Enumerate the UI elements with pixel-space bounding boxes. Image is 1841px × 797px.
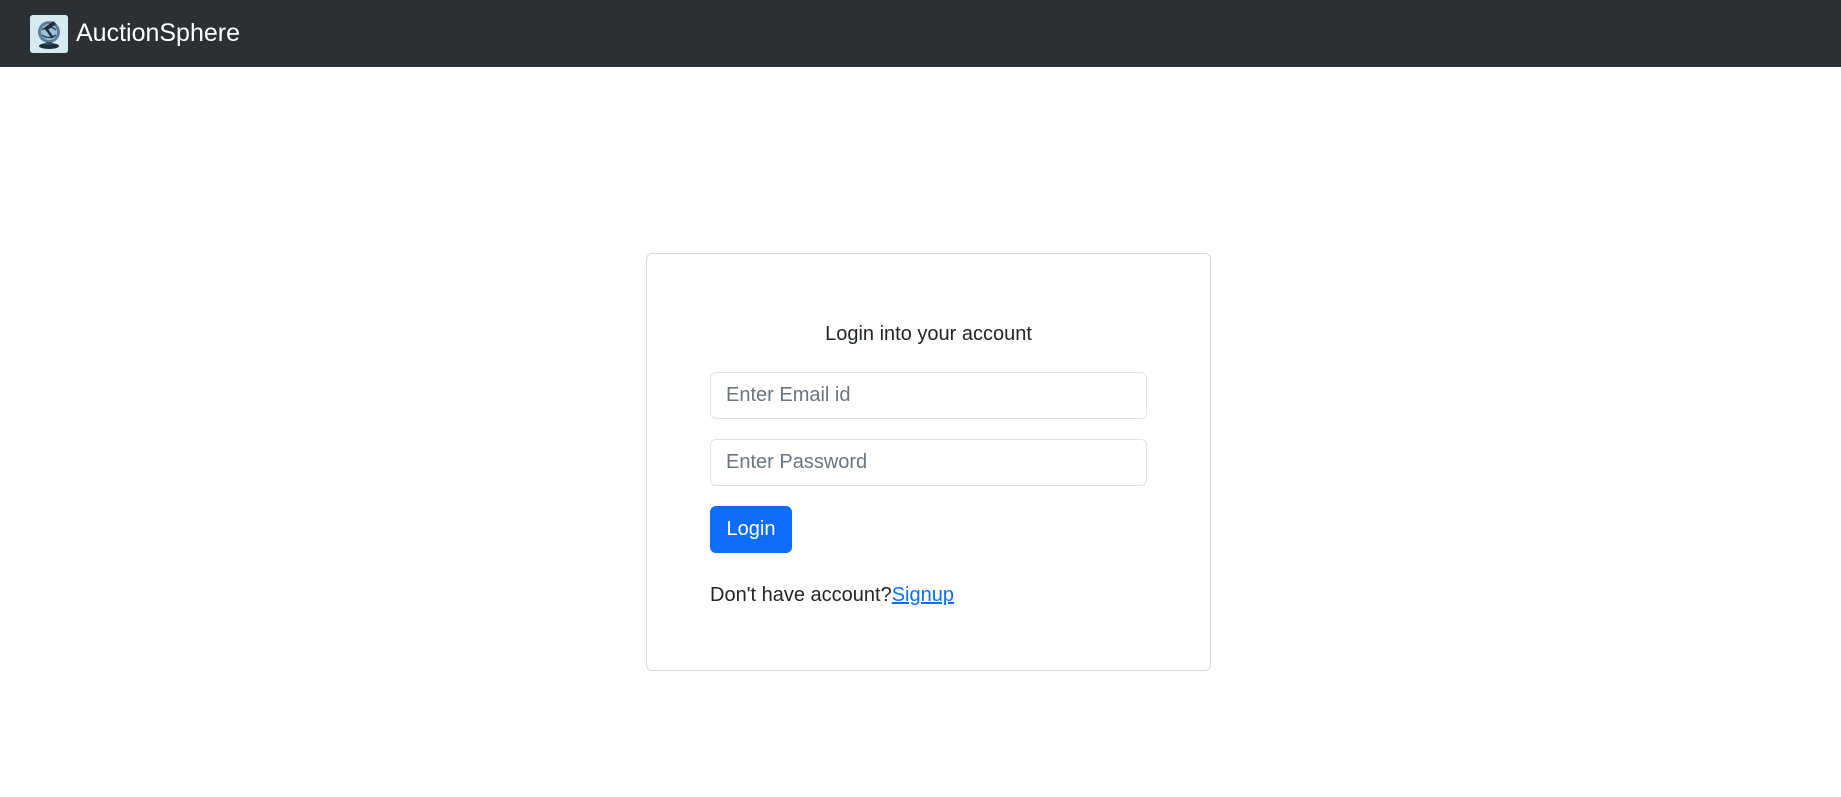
signup-link[interactable]: Signup — [892, 584, 954, 606]
top-navbar: AuctionSphere — [0, 0, 1841, 67]
password-input[interactable] — [710, 439, 1147, 486]
login-card-title: Login into your account — [825, 323, 1032, 345]
brand-logo-icon[interactable] — [30, 14, 68, 53]
signup-prompt-line: Don't have account?Signup — [710, 583, 954, 607]
signup-prompt-text: Don't have account? — [710, 584, 892, 606]
email-input[interactable] — [710, 372, 1147, 419]
login-card: Login into your account Login Don't have… — [646, 253, 1211, 671]
brand-name[interactable]: AuctionSphere — [76, 21, 240, 46]
login-button[interactable]: Login — [710, 506, 792, 553]
